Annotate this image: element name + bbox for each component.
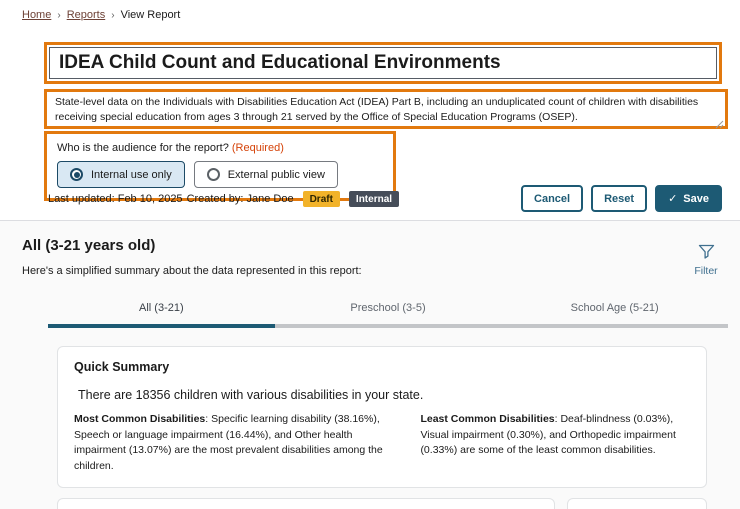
- description-field-highlight: State-level data on the Individuals with…: [44, 89, 728, 129]
- reset-button[interactable]: Reset: [591, 185, 648, 212]
- breadcrumb-link-reports[interactable]: Reports: [67, 9, 106, 21]
- status-badge-internal: Internal: [348, 191, 400, 207]
- section-subtitle: Here's a simplified summary about the da…: [22, 265, 362, 277]
- breadcrumb-separator: ›: [111, 9, 115, 21]
- breadcrumb: Home › Reports › View Report: [22, 9, 180, 21]
- tab-all-3-21[interactable]: All (3-21): [48, 296, 275, 328]
- report-title-input[interactable]: [49, 47, 717, 79]
- radio-unchecked-icon: [206, 168, 220, 181]
- form-actions: Cancel Reset ✓ Save: [521, 185, 722, 212]
- report-summary-section: All (3-21 years old) Here's a simplified…: [0, 220, 740, 509]
- last-updated-text: Last updated: Feb 10, 2025: [48, 193, 183, 205]
- save-button-label: Save: [683, 192, 709, 205]
- view-report-page: Home › Reports › View Report State-level…: [0, 0, 740, 509]
- breadcrumb-link-home[interactable]: Home: [22, 9, 51, 21]
- radio-option-label: External public view: [227, 168, 325, 181]
- quick-summary-title: Quick Summary: [74, 360, 170, 374]
- breadcrumb-current: View Report: [120, 9, 181, 21]
- filter-funnel-icon: [698, 244, 714, 259]
- filter-button[interactable]: Filter: [686, 244, 726, 277]
- textarea-resize-handle-icon[interactable]: [715, 116, 724, 129]
- most-common-disabilities-text: Most Common Disabilities: Specific learn…: [74, 413, 383, 472]
- radio-option-label: Internal use only: [91, 168, 172, 181]
- breadcrumb-separator: ›: [57, 9, 61, 21]
- save-button[interactable]: ✓ Save: [655, 185, 722, 212]
- report-meta: Last updated: Feb 10, 2025 Created by: J…: [48, 191, 400, 207]
- created-by-text: Created by: Jane Doe: [186, 193, 294, 205]
- partial-card-right: [567, 498, 707, 509]
- partial-card-left: [57, 498, 555, 509]
- cancel-button[interactable]: Cancel: [521, 185, 584, 212]
- status-badge-draft: Draft: [302, 191, 340, 207]
- report-description-textarea[interactable]: State-level data on the Individuals with…: [47, 93, 725, 126]
- radio-checked-icon: [70, 168, 83, 181]
- radio-option-internal-use-only[interactable]: Internal use only: [57, 161, 185, 188]
- tab-school-age-5-21[interactable]: School Age (5-21): [501, 296, 729, 328]
- quick-summary-card: Quick Summary There are 18356 children w…: [57, 346, 707, 488]
- age-group-tabs: All (3-21) Preschool (3-5) School Age (5…: [48, 296, 729, 328]
- tab-preschool-3-5[interactable]: Preschool (3-5): [274, 296, 502, 328]
- quick-summary-lead: There are 18356 children with various di…: [78, 388, 424, 402]
- audience-question-label: Who is the audience for the report? (Req…: [57, 142, 284, 154]
- least-common-disabilities-text: Least Common Disabilities: Deaf-blindnes…: [420, 413, 676, 457]
- required-label: (Required): [231, 142, 284, 154]
- title-field-highlight: [44, 42, 722, 84]
- check-icon: ✓: [668, 193, 678, 205]
- filter-label: Filter: [694, 265, 718, 277]
- section-title: All (3-21 years old): [22, 237, 156, 254]
- radio-option-external-public-view[interactable]: External public view: [193, 161, 338, 188]
